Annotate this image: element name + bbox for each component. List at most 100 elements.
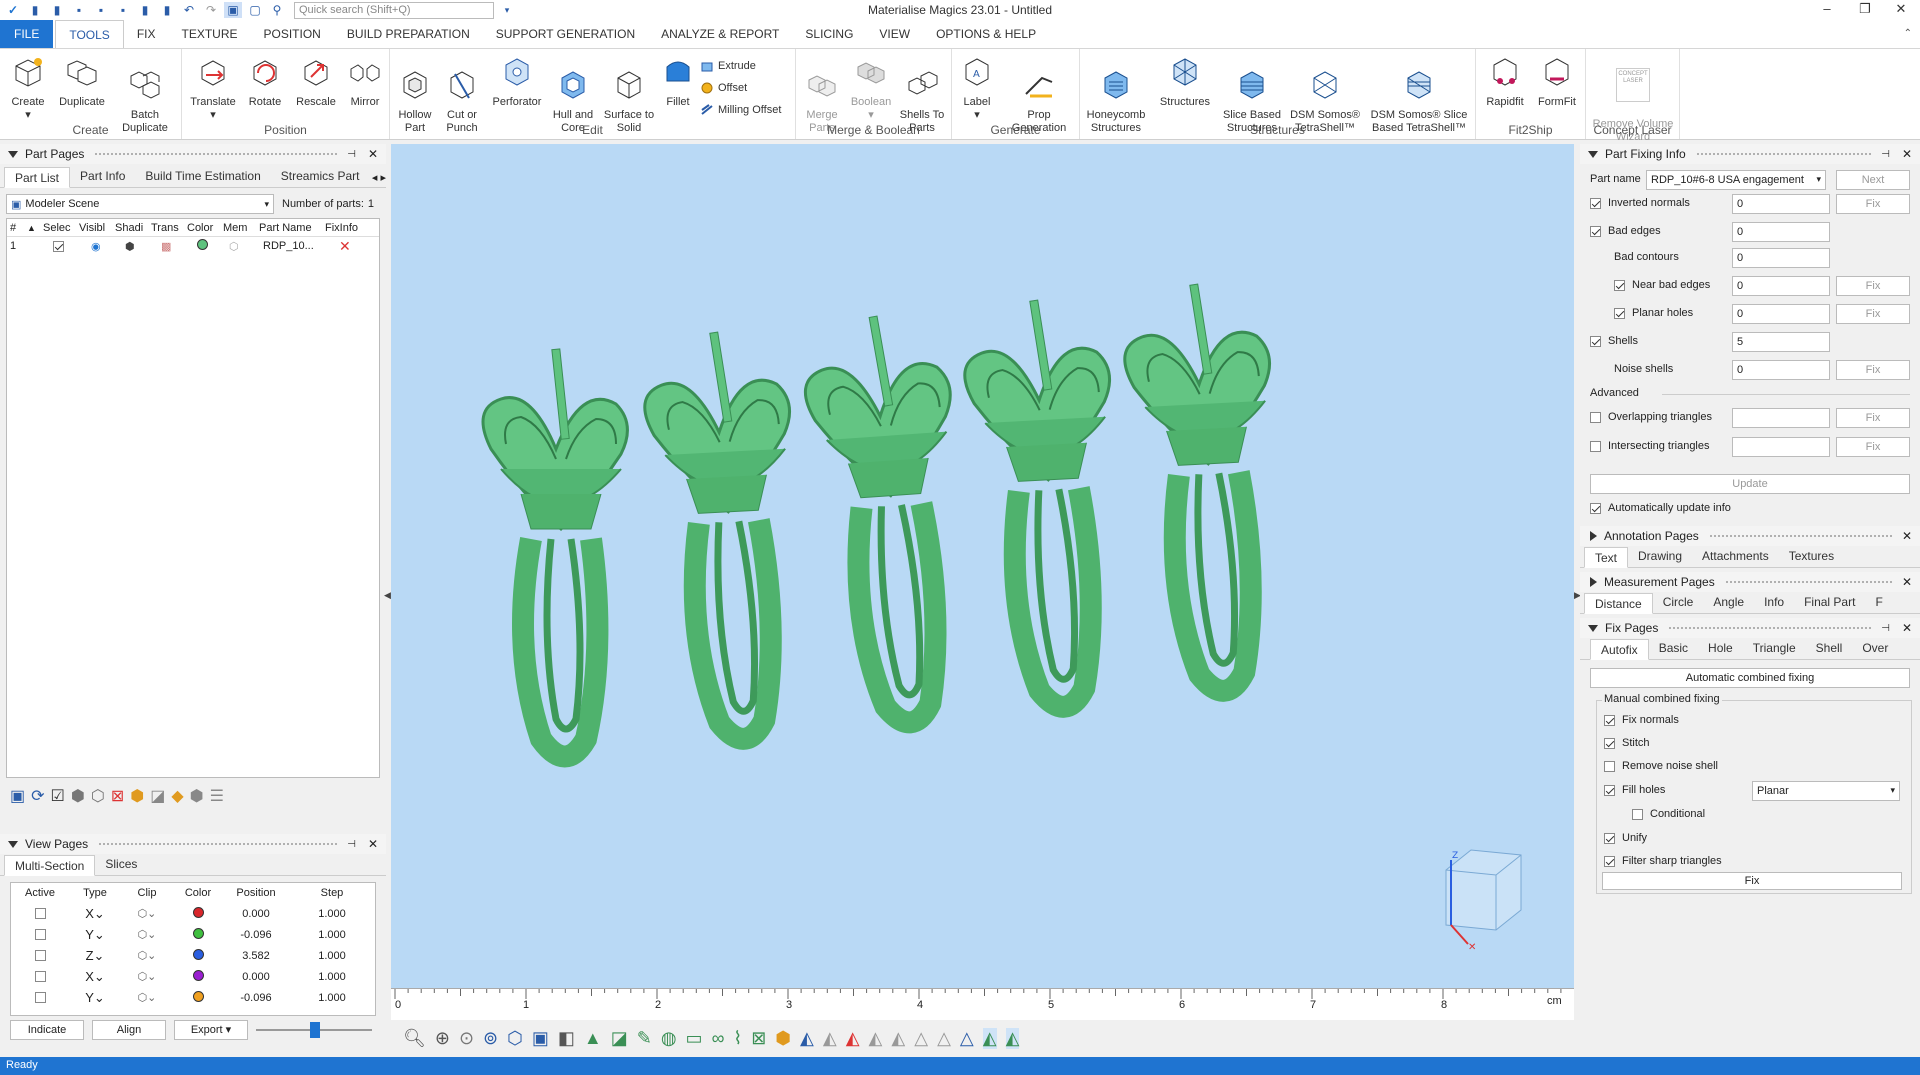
fix-intersecting-button[interactable]: Fix [1836,437,1910,457]
col-transparency[interactable]: Trans [151,222,187,234]
menu-build-preparation[interactable]: BUILD PREPARATION [334,20,483,48]
auto-update-checkbox[interactable] [1590,502,1601,514]
tab-hole[interactable]: Hole [1698,638,1743,659]
triangle-view-5-icon[interactable]: ◭ [891,1028,905,1049]
left-panel-collapse-arrow[interactable]: ◀ [384,590,391,601]
part-color-icon[interactable]: ⬢ [775,1028,791,1049]
intersecting-triangles-value[interactable] [1732,437,1830,457]
mesh-tool-5-icon[interactable]: ▭ [686,1028,703,1049]
tab-info[interactable]: Info [1754,592,1794,613]
tab-streamics-part[interactable]: Streamics Part [271,166,370,187]
collapse-icon[interactable] [8,150,18,158]
mesh-tool-7-icon[interactable]: ⌇ [733,1028,742,1049]
select-all-icon[interactable]: ☑ [51,786,65,806]
fix-noise-shells-button[interactable]: Fix [1836,360,1910,380]
fix-planar-holes-button[interactable]: Fix [1836,304,1910,324]
bad-edges-value[interactable]: 0 [1732,222,1830,242]
zoom-window-icon[interactable]: ⊕ [435,1028,450,1049]
triangle-view-8-icon[interactable]: △ [960,1028,974,1049]
collapse-ribbon-icon[interactable]: ⌃ [1904,28,1912,39]
remove-noise-row[interactable]: Remove noise shell [1604,760,1718,772]
fillet-tool[interactable]: Fillet [658,55,698,109]
menu-texture[interactable]: TEXTURE [168,20,250,48]
active-checkbox[interactable] [11,903,69,924]
tab-circle[interactable]: Circle [1653,592,1704,613]
clip-icon[interactable]: ⬡⌄ [121,966,173,987]
fix-normals-row[interactable]: Fix normals [1604,714,1679,726]
scene-select[interactable]: ▣ Modeler Scene ▾ [6,194,274,214]
overlapping-triangles-value[interactable] [1732,408,1830,428]
position-value[interactable]: -0.096 [223,987,289,1008]
extrude-tool[interactable]: Extrude [700,59,756,73]
step-value[interactable]: 1.000 [289,924,375,945]
zoom-icon[interactable]: 🔍︎ [403,1028,426,1049]
col-memory[interactable]: Mem [223,222,255,234]
fix-near-bad-edges-button[interactable]: Fix [1836,276,1910,296]
zoom-fit-icon[interactable]: ⊙ [459,1028,474,1049]
table-row[interactable]: Y⌄ ⬡⌄ -0.096 1.000 [11,987,375,1008]
shading-icon[interactable]: ⬢ [115,240,151,253]
section-color[interactable] [173,945,223,966]
shells-checkbox[interactable] [1590,335,1601,347]
bad-contours-value[interactable]: 0 [1732,248,1830,268]
visible-eye-icon[interactable]: ◉ [79,240,115,253]
drag-handle[interactable] [1695,151,1872,157]
tab-shell[interactable]: Shell [1806,638,1853,659]
save-as-icon[interactable]: ▪ [92,2,110,18]
tab-final-part[interactable]: Final Part [1794,592,1865,613]
active-checkbox[interactable] [11,924,69,945]
mesh-tool-4-icon[interactable]: ◍ [661,1028,677,1049]
pin-icon[interactable]: ⊣ [347,839,356,850]
menu-view[interactable]: VIEW [866,20,923,48]
translate-tool[interactable]: Translate ▾ [188,55,238,122]
position-value[interactable]: -0.096 [223,924,289,945]
type-select[interactable]: Y⌄ [69,987,121,1008]
ring-model-5[interactable] [1121,280,1287,695]
filter-sharp-checkbox[interactable] [1604,855,1615,867]
table-row[interactable]: X⌄ ⬡⌄ 0.000 1.000 [11,903,375,924]
inverted-normals-checkbox[interactable] [1590,197,1601,209]
type-select[interactable]: X⌄ [69,903,121,924]
panel-close-icon[interactable]: ✕ [368,147,378,161]
col-visible[interactable]: Visibl [79,222,115,234]
refresh-icon[interactable]: ⟳ [31,786,44,806]
col-fixinfo[interactable]: FixInfo [325,222,369,234]
table-row[interactable]: Z⌄ ⬡⌄ 3.582 1.000 [11,945,375,966]
mesh-tool-6-icon[interactable]: ∞ [712,1028,725,1049]
orientation-cube[interactable]: Z ✕ [1445,849,1522,953]
fixinfo-error-icon[interactable]: ✕ [325,238,369,255]
type-select[interactable]: Y⌄ [69,924,121,945]
perforator-tool[interactable]: Perforator [488,55,546,109]
list-settings-icon[interactable]: ☰ [210,786,224,806]
pin-icon[interactable]: ⊣ [1881,149,1890,160]
intersecting-triangles-row[interactable]: Intersecting triangles [1590,440,1710,452]
milling-offset-tool[interactable]: Milling Offset [700,103,781,117]
triangle-view-7-icon[interactable]: △ [937,1028,951,1049]
part-name-select[interactable]: RDP_10#6-8 USA engagement ▾ [1646,170,1826,190]
drag-handle[interactable] [98,841,338,847]
stitch-row[interactable]: Stitch [1604,737,1650,749]
tab-triangle[interactable]: Triangle [1743,638,1806,659]
save-all-icon[interactable]: ▪ [114,2,132,18]
select-mode-icon[interactable]: ▣ [224,2,242,18]
redo-icon[interactable]: ↷ [202,2,220,18]
filter-sharp-row[interactable]: Filter sharp triangles [1604,855,1722,867]
tabs-scroll-arrows[interactable]: ◂ ▸ [372,171,386,184]
memory-icon[interactable]: ⬡ [223,240,255,253]
create-tool[interactable]: Create ▾ [6,55,50,122]
transparency-icon[interactable]: ▩ [151,240,187,253]
triangle-view-2-icon[interactable]: ◭ [823,1028,837,1049]
drag-handle[interactable] [94,151,338,157]
pin-icon[interactable]: ⊣ [1881,623,1890,634]
row-select-checkbox[interactable] [43,240,79,252]
automatic-combined-fixing-button[interactable]: Automatic combined fixing [1590,668,1910,688]
view-cube-icon[interactable]: ◧ [558,1028,575,1049]
table-row[interactable]: Y⌄ ⬡⌄ -0.096 1.000 [11,924,375,945]
tab-distance[interactable]: Distance [1584,593,1653,614]
fill-holes-mode-select[interactable]: Planar ▾ [1752,781,1900,801]
col-part-name[interactable]: Part Name [255,222,325,234]
near-bad-edges-checkbox[interactable] [1614,279,1625,291]
step-value[interactable]: 1.000 [289,987,375,1008]
open-file-icon[interactable]: ▮ [48,2,66,18]
menu-options-help[interactable]: OPTIONS & HELP [923,20,1049,48]
